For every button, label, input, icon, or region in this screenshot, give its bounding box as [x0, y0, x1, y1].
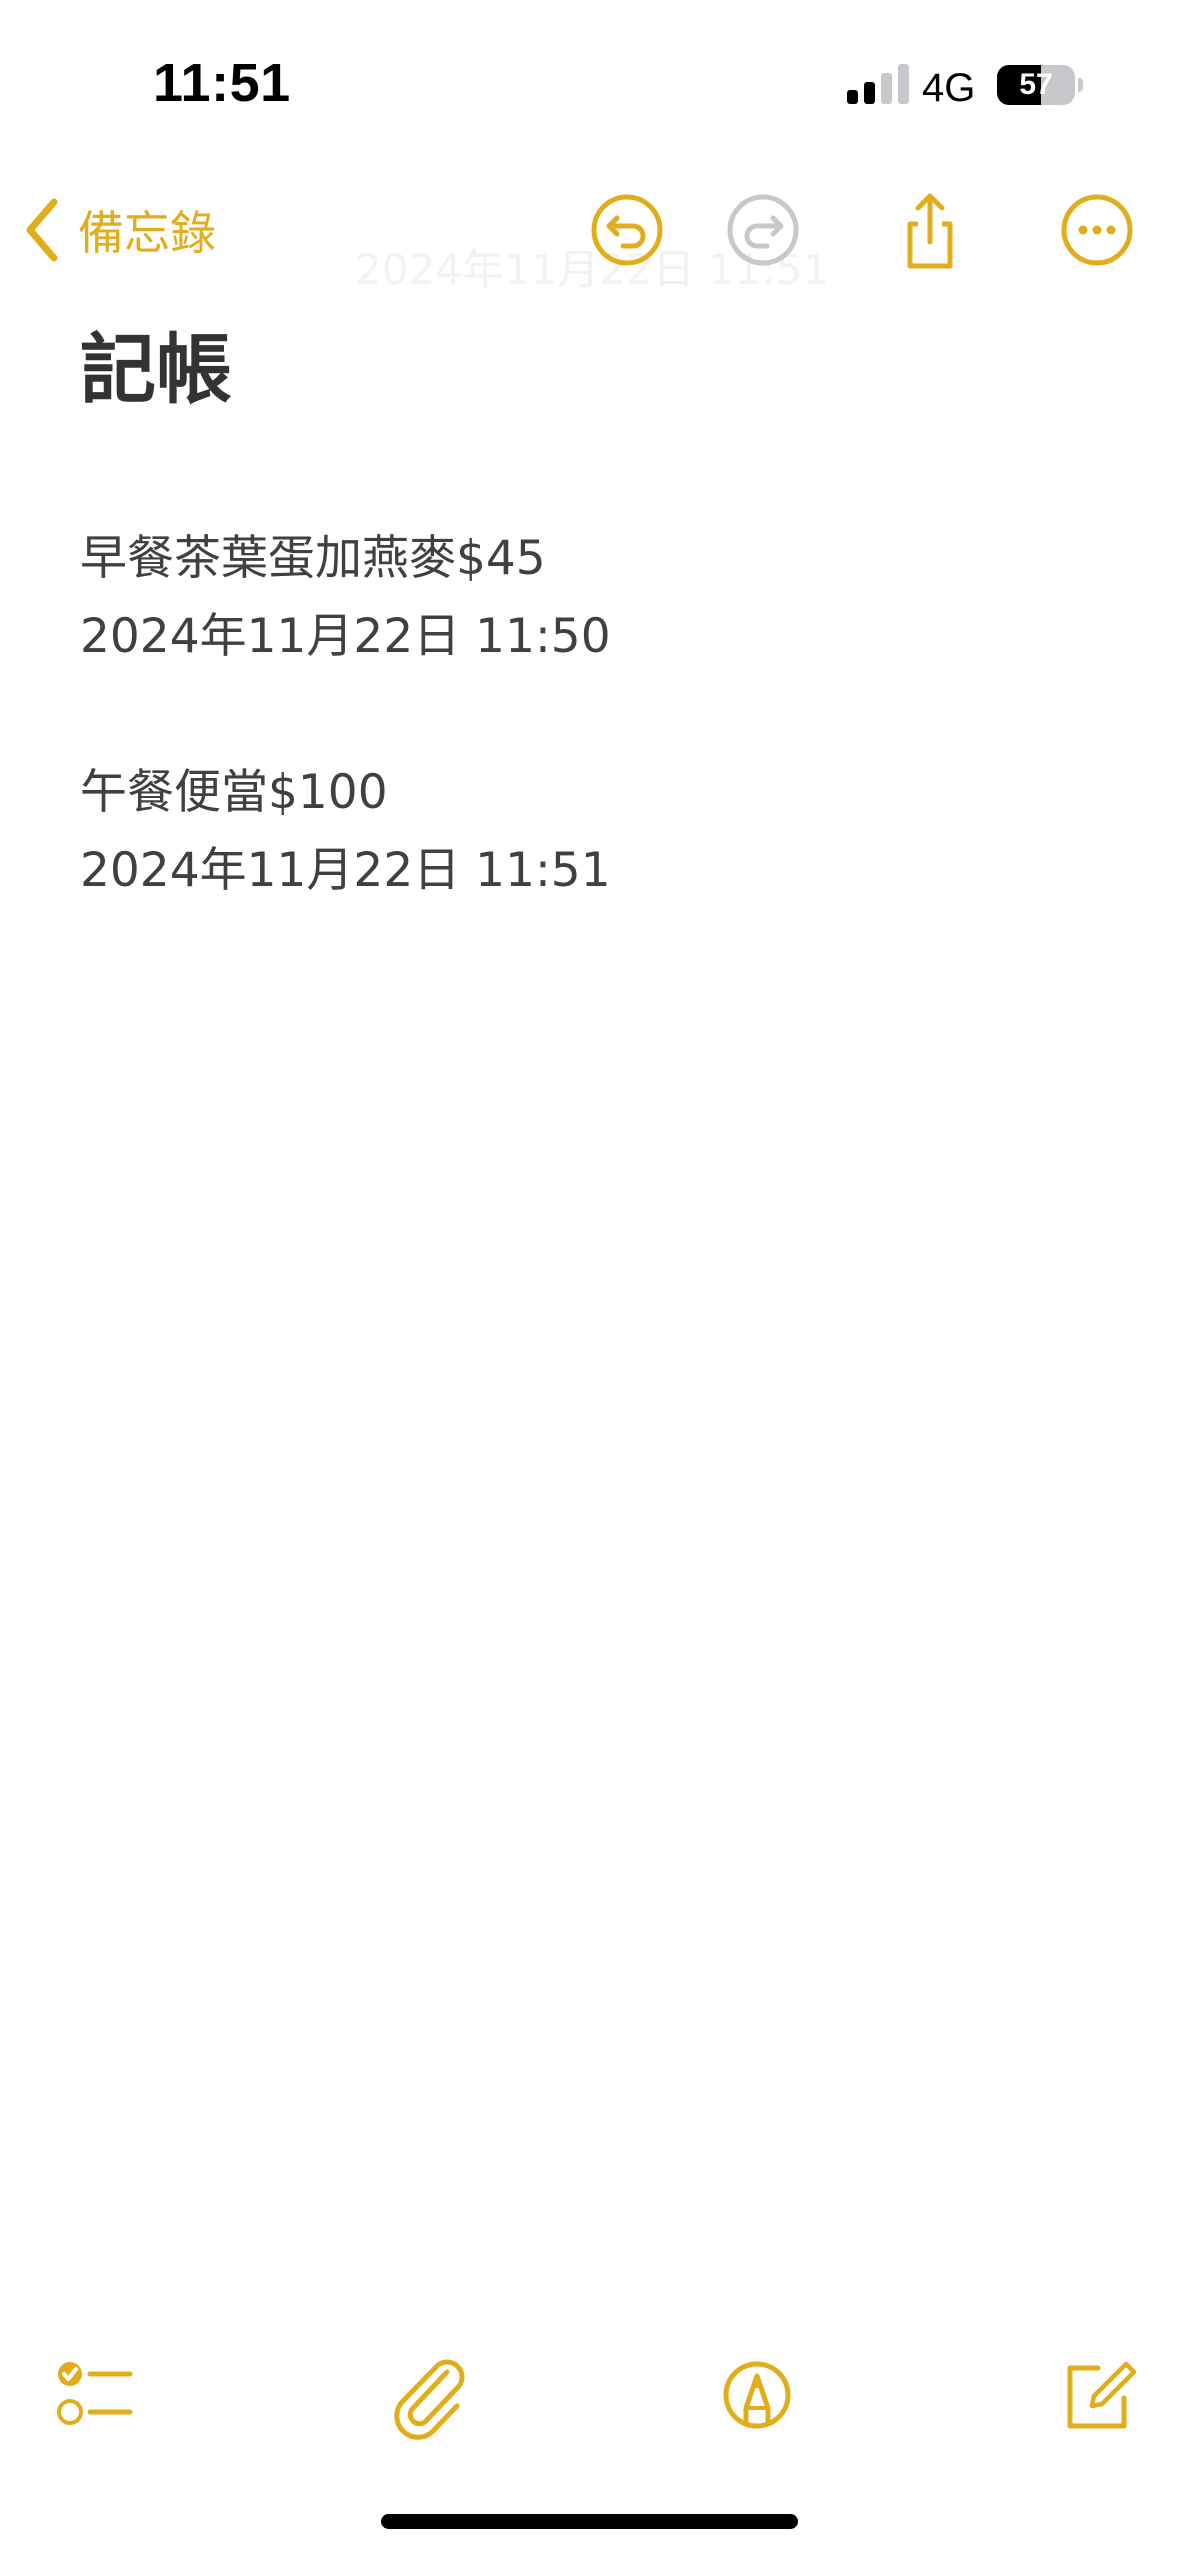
- cellular-signal-icon: [847, 64, 909, 104]
- battery-icon: 57: [997, 65, 1075, 105]
- note-body[interactable]: 記帳 早餐茶葉蛋加燕麥$45 2024年11月22日 11:50 午餐便當$10…: [80, 320, 1100, 898]
- bottom-toolbar: [0, 2340, 1179, 2460]
- back-button[interactable]: 備忘錄: [22, 192, 216, 268]
- battery-cap: [1078, 78, 1083, 92]
- status-bar: 11:51 4G 57: [0, 0, 1179, 170]
- markup-icon[interactable]: [712, 2350, 802, 2440]
- more-icon[interactable]: [1057, 190, 1137, 270]
- share-icon[interactable]: [890, 190, 970, 270]
- note-title[interactable]: 記帳: [80, 320, 1100, 420]
- entry-item[interactable]: 午餐便當$100: [80, 754, 611, 832]
- paperclip-icon[interactable]: [385, 2350, 475, 2440]
- entry-item[interactable]: 早餐茶葉蛋加燕麥$45: [80, 520, 611, 598]
- checklist-icon[interactable]: [48, 2350, 138, 2440]
- home-indicator[interactable]: [381, 2514, 798, 2529]
- battery-level: 57: [1019, 68, 1053, 101]
- entry-timestamp[interactable]: 2024年11月22日 11:50: [80, 598, 611, 676]
- compose-icon[interactable]: [1052, 2350, 1142, 2440]
- status-time: 11:51: [153, 53, 291, 113]
- back-label: 備忘錄: [78, 206, 216, 260]
- note-entry[interactable]: 午餐便當$100 2024年11月22日 11:51: [80, 754, 611, 910]
- redo-icon[interactable]: [723, 190, 803, 270]
- navigation-bar: 2024年11月22日 11:51 備忘錄: [0, 170, 1179, 294]
- undo-icon[interactable]: [587, 190, 667, 270]
- network-type: 4G: [922, 66, 976, 110]
- entry-timestamp[interactable]: 2024年11月22日 11:51: [80, 832, 611, 910]
- note-entry[interactable]: 早餐茶葉蛋加燕麥$45 2024年11月22日 11:50: [80, 520, 611, 676]
- chevron-left-icon: [26, 198, 58, 262]
